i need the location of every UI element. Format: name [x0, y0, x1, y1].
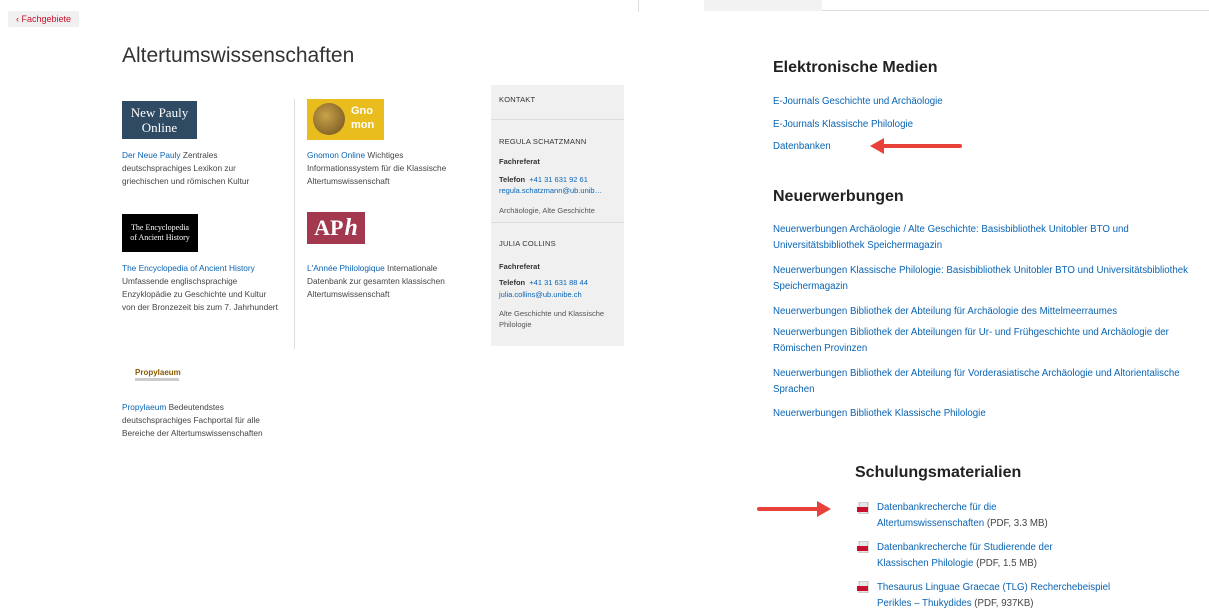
divider — [638, 0, 639, 12]
contact-role: Fachreferat — [499, 157, 540, 166]
red-arrow-annotation — [757, 501, 831, 517]
training-pdf-link[interactable]: Datenbankrecherche für die Altertumswiss… — [877, 502, 997, 529]
acquisition-link[interactable]: Neuerwerbungen Bibliothek der Abteilung … — [773, 304, 1203, 320]
aph-link[interactable]: L'Année Philologique — [307, 263, 385, 273]
email-link[interactable]: regula.schatzmann@ub.unib… — [499, 186, 616, 195]
gnomon-logo[interactable]: Gno mon — [307, 99, 384, 140]
resource-item-encyclopedia: The Encyclopedia of Ancient History Umfa… — [122, 263, 278, 312]
contact-areas: Alte Geschichte und Klassische Philologi… — [499, 309, 605, 329]
acquisition-link[interactable]: Neuerwerbungen Archäologie / Alte Geschi… — [773, 222, 1193, 254]
contact-name: Regula Schatzmann — [499, 137, 587, 146]
pdf-icon — [857, 502, 869, 514]
acquisitions-heading: Neuerwerbungen — [773, 188, 904, 205]
encyclopedia-link[interactable]: The Encyclopedia of Ancient History — [122, 263, 255, 273]
email-link[interactable]: julia.collins@ub.unibe.ch — [499, 290, 616, 299]
resource-item-propylaeum: Propylaeum Bedeutendstes deutschsprachig… — [122, 402, 263, 438]
acquisition-link[interactable]: Neuerwerbungen Bibliothek der Abteilunge… — [773, 325, 1193, 357]
propylaeum-link[interactable]: Propylaeum — [122, 402, 166, 412]
gnomon-link[interactable]: Gnomon Online — [307, 150, 365, 160]
coin-icon — [313, 103, 345, 135]
resource-item-new-pauly: Der Neue Pauly Zentrales deutschsprachig… — [122, 150, 250, 186]
training-heading: Schulungsmaterialien — [855, 464, 1022, 481]
tab-active[interactable] — [704, 0, 822, 11]
training-item: Datenbankrecherche für Studierende der K… — [877, 542, 1053, 569]
contact-areas: Archäologie, Alte Geschichte — [499, 206, 595, 215]
acquisition-link[interactable]: Neuerwerbungen Bibliothek der Abteilung … — [773, 366, 1193, 398]
red-arrow-annotation — [870, 138, 962, 154]
phone-link[interactable]: +41 31 631 92 61 — [529, 175, 588, 184]
encyclopedia-logo[interactable]: The Encyclopedia of Ancient History — [122, 214, 198, 252]
resource-item-gnomon: Gnomon Online Wichtiges Informationssyst… — [307, 150, 447, 186]
link-ejournals-geschichte[interactable]: E-Journals Geschichte und Archäologie — [773, 94, 943, 110]
propylaeum-logo[interactable]: Propylaeum — [135, 368, 181, 381]
training-item: Thesaurus Linguae Graecae (TLG) Recherch… — [877, 582, 1111, 609]
pdf-icon — [857, 541, 869, 553]
link-ejournals-philologie[interactable]: E-Journals Klassische Philologie — [773, 117, 913, 133]
acquisition-link[interactable]: Neuerwerbungen Klassische Philologie: Ba… — [773, 263, 1193, 295]
contact-box: Kontakt Regula Schatzmann Fachreferat Te… — [491, 85, 624, 346]
back-to-fachgebiete-button[interactable]: ‹ Fachgebiete — [8, 11, 80, 27]
new-pauly-link[interactable]: Der Neue Pauly — [122, 150, 181, 160]
link-datenbanken[interactable]: Datenbanken — [773, 139, 831, 155]
column-divider — [294, 99, 295, 349]
contact-role: Fachreferat — [499, 262, 540, 271]
contact-heading: Kontakt — [499, 95, 536, 104]
resource-item-aph: L'Année Philologique Internationale Date… — [307, 263, 445, 299]
aph-logo[interactable]: AP h — [307, 212, 365, 244]
new-pauly-logo[interactable]: New Pauly Online — [122, 101, 197, 139]
acquisition-link[interactable]: Neuerwerbungen Bibliothek Klassische Phi… — [773, 406, 986, 422]
electronic-media-heading: Elektronische Medien — [773, 59, 938, 76]
page-title: Altertumswissenschaften — [122, 44, 355, 67]
training-item: Datenbankrecherche für die Altertumswiss… — [877, 502, 1048, 529]
pdf-icon — [857, 581, 869, 593]
contact-name: Julia Collins — [499, 239, 556, 248]
phone-link[interactable]: +41 31 631 88 44 — [529, 278, 588, 287]
